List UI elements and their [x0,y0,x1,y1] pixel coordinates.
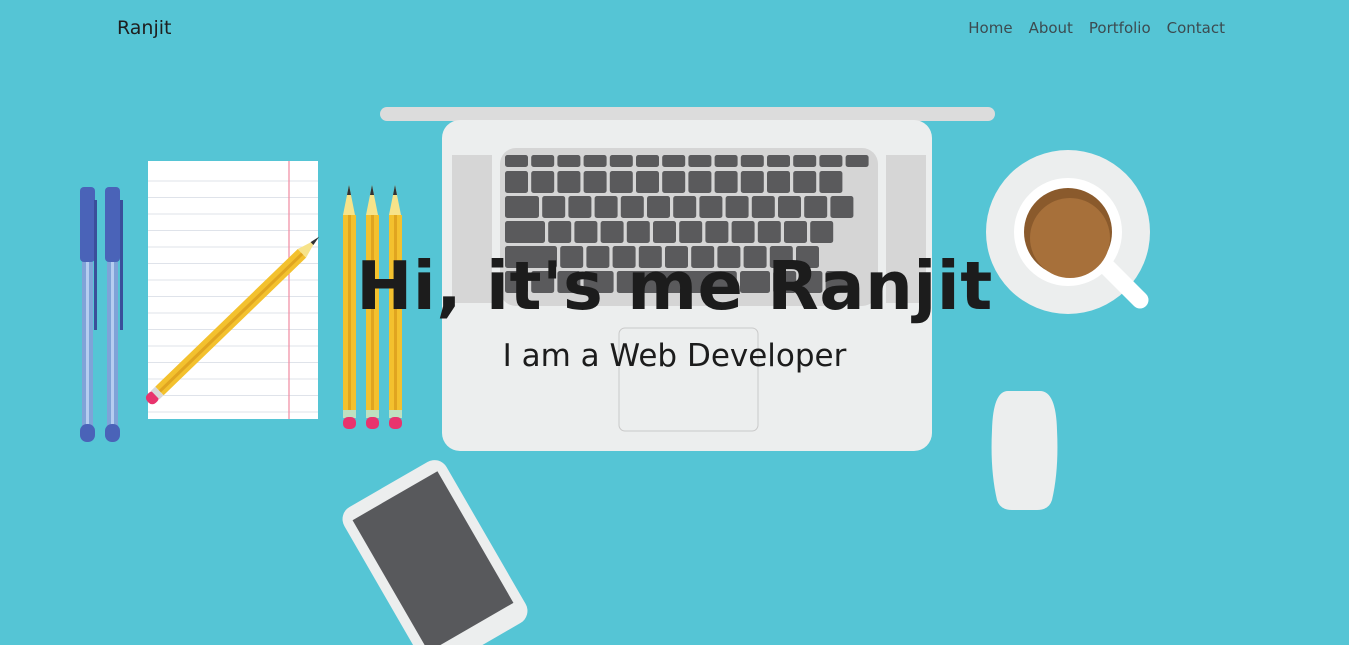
hero-subtitle: I am a Web Developer [502,337,847,374]
nav-link-contact[interactable]: Contact [1167,19,1225,37]
navbar: Ranjit Home About Portfolio Contact [0,0,1349,58]
phone-icon [342,460,528,645]
mouse-icon [991,391,1058,510]
nav-link-home[interactable]: Home [968,19,1012,37]
hero-title: Hi, it's me Ranjit [356,247,993,325]
nav-link-about[interactable]: About [1029,19,1073,37]
brand-logo[interactable]: Ranjit [117,17,171,39]
nav-link-portfolio[interactable]: Portfolio [1089,19,1151,37]
hero-section: Hi, it's me Ranjit I am a Web Developer [0,247,1349,374]
nav-links: Home About Portfolio Contact [968,19,1225,37]
